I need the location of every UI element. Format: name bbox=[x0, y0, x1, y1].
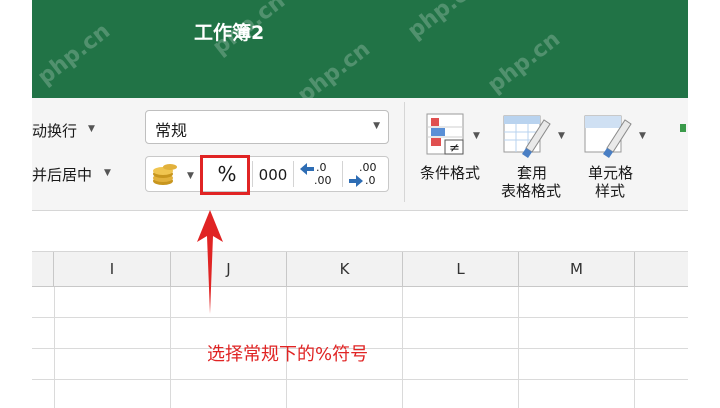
merge-center-label: 并后居中 bbox=[32, 166, 93, 184]
grid-line bbox=[32, 379, 688, 380]
conditional-format-icon: ≠ ▼ bbox=[426, 113, 480, 156]
wrap-text-label: 动换行 bbox=[32, 122, 78, 140]
column-header[interactable] bbox=[635, 252, 688, 286]
column-header-L[interactable]: L bbox=[403, 252, 519, 286]
conditional-format-label: 条件格式 bbox=[420, 164, 481, 182]
chevron-down-icon: ▼ bbox=[88, 124, 95, 134]
cell-style-label-1: 单元格 bbox=[588, 164, 634, 182]
grid-line bbox=[32, 317, 688, 318]
svg-text:▼: ▼ bbox=[558, 131, 565, 141]
arrow-left-icon bbox=[300, 163, 314, 175]
cell-style-label-2: 样式 bbox=[595, 182, 626, 200]
title-bar: 工作簿2 php.cn php.cn php.cn php.cn php.cn bbox=[32, 0, 688, 108]
annotation-caption: 选择常规下的%符号 bbox=[207, 344, 369, 365]
decrease-decimal-top: .00 bbox=[359, 161, 377, 174]
next-group-icon bbox=[680, 124, 686, 132]
svg-text:▼: ▼ bbox=[639, 131, 646, 141]
decrease-decimal-button[interactable]: .00 .0 bbox=[343, 157, 389, 191]
increase-decimal-top: .0 bbox=[316, 161, 327, 174]
annotation-arrow bbox=[197, 210, 223, 314]
watermark: php.cn bbox=[208, 0, 290, 61]
table-format-label-2: 表格格式 bbox=[501, 182, 562, 200]
column-header-M[interactable]: M bbox=[519, 252, 635, 286]
column-header-J[interactable]: J bbox=[171, 252, 287, 286]
watermark: php.cn bbox=[403, 0, 485, 45]
svg-text:▼: ▼ bbox=[473, 131, 480, 141]
coins-icon: ▼ bbox=[153, 164, 194, 185]
thousands-label: 000 bbox=[258, 166, 288, 184]
accounting-format-button[interactable]: ▼ bbox=[146, 157, 201, 191]
arrow-right-icon bbox=[349, 175, 363, 187]
increase-decimal-button[interactable]: .0 .00 bbox=[294, 157, 342, 191]
number-buttons-group: ▼ % 000 .0 .00 .00 .0 bbox=[145, 156, 389, 192]
comma-style-button[interactable]: 000 bbox=[253, 157, 293, 191]
number-format-value: 常规 bbox=[155, 121, 188, 140]
cell-brush-icon: ▼ bbox=[584, 115, 646, 158]
table-brush-icon: ▼ bbox=[503, 115, 565, 158]
svg-text:≠: ≠ bbox=[449, 141, 460, 156]
column-header[interactable] bbox=[32, 252, 54, 286]
watermark: php.cn bbox=[483, 26, 565, 99]
chevron-down-icon: ▼ bbox=[373, 121, 380, 131]
increase-decimal-bottom: .00 bbox=[314, 174, 332, 187]
chevron-down-icon: ▼ bbox=[104, 168, 111, 178]
table-format-label-1: 套用 bbox=[517, 164, 548, 182]
group-divider bbox=[404, 102, 405, 202]
left-margin bbox=[0, 0, 32, 408]
decrease-decimal-bottom: .0 bbox=[365, 174, 376, 187]
formula-bar[interactable] bbox=[32, 211, 688, 252]
column-header-K[interactable]: K bbox=[287, 252, 403, 286]
ribbon-home: 动换行 ▼ 并后居中 ▼ 常规 ▼ ▼ % 000 .0 .00 .00 .0 … bbox=[32, 98, 688, 211]
watermark: php.cn bbox=[33, 18, 115, 91]
right-margin bbox=[688, 0, 720, 408]
number-format-select[interactable]: 常规 ▼ bbox=[145, 110, 389, 144]
column-headers: I J K L M bbox=[32, 252, 688, 287]
svg-text:▼: ▼ bbox=[187, 171, 194, 181]
percent-button-highlight bbox=[200, 155, 250, 195]
column-header-I[interactable]: I bbox=[54, 252, 171, 286]
